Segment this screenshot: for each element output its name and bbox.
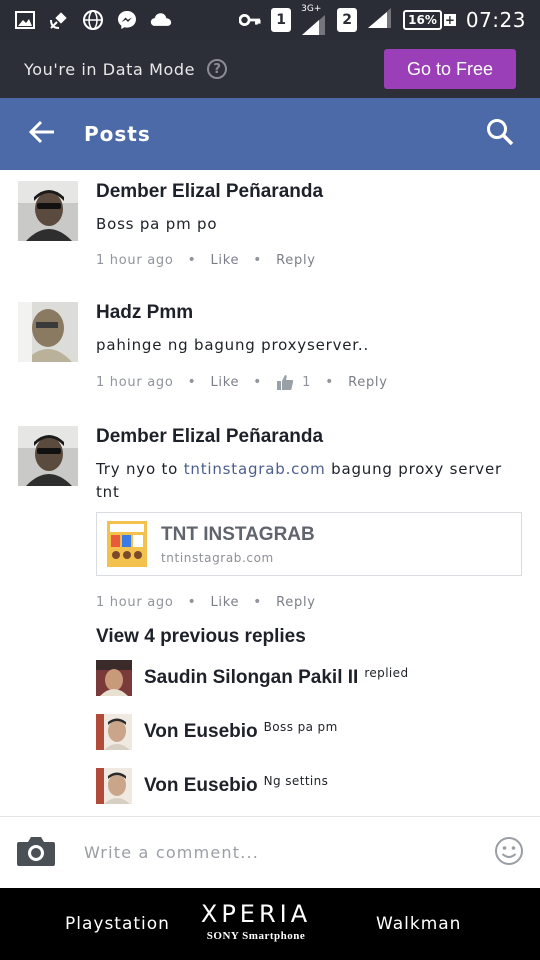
link-card-texts: TNT INSTAGRAB tntinstagrab.com xyxy=(161,524,315,565)
help-icon[interactable]: ? xyxy=(207,59,228,79)
link-card-url: tntinstagrab.com xyxy=(161,550,274,565)
view-previous-replies-link[interactable]: View 4 previous replies xyxy=(96,626,306,648)
link-card-title: TNT INSTAGRAB xyxy=(161,523,315,545)
link-preview-card[interactable]: TNT INSTAGRAB tntinstagrab.com xyxy=(96,512,522,576)
status-bar: 1 3G+ 2 16% + 07:23 xyxy=(0,0,540,40)
link-thumbnail xyxy=(107,521,147,567)
sim2-indicator: 2 xyxy=(337,8,358,32)
signal-icon xyxy=(368,8,392,28)
image-icon xyxy=(14,9,36,31)
network-type-label: 3G+ xyxy=(301,3,322,14)
battery-indicator: 16% + xyxy=(403,10,456,30)
comment-text: pahinge ng bagung proxyserver.. xyxy=(96,336,370,354)
like-link[interactable]: Like xyxy=(210,595,239,610)
comment-author[interactable]: Hadz Pmm xyxy=(96,302,528,324)
messenger-icon xyxy=(116,9,138,31)
sony-smartphone-label: SONY Smartphone xyxy=(206,930,306,942)
back-arrow-icon[interactable] xyxy=(28,120,56,148)
reply-author: Von Eusebio xyxy=(144,721,258,742)
separator-dot: • xyxy=(187,374,197,390)
reply-item[interactable]: Von Eusebio Ng settins xyxy=(96,768,328,804)
comment-text-prefix: Try nyo to xyxy=(96,460,184,478)
comment-text: Try nyo to tntinstagrab.com bagung proxy… xyxy=(96,458,528,504)
separator-dot: • xyxy=(187,252,197,268)
reply-text: replied xyxy=(364,666,409,680)
reply-link[interactable]: Reply xyxy=(276,595,316,610)
notification-icons xyxy=(14,9,172,31)
like-link[interactable]: Like xyxy=(210,253,239,268)
thumbs-up-icon xyxy=(276,373,294,391)
camera-icon[interactable] xyxy=(16,835,56,871)
system-icons: 1 3G+ 2 16% + 07:23 xyxy=(239,3,526,36)
comment-author[interactable]: Dember Elizal Peñaranda xyxy=(96,426,528,448)
comment-time: 1 hour ago xyxy=(96,594,174,610)
comment-body: Hadz Pmm pahinge ng bagung proxyserver..… xyxy=(96,302,528,391)
signal2 xyxy=(367,7,393,33)
comment-text: Boss pa pm po xyxy=(96,215,218,233)
charging-icon: + xyxy=(443,13,456,27)
reply-text: Ng settins xyxy=(263,774,329,788)
comment-composer xyxy=(0,816,540,888)
comment-body: Dember Elizal Peñaranda Try nyo to tntin… xyxy=(96,426,528,610)
separator-dot: • xyxy=(253,594,263,610)
page-title: Posts xyxy=(84,122,151,146)
clock: 07:23 xyxy=(465,8,526,32)
playstation-label: Playstation xyxy=(65,914,170,934)
reply-text: Boss pa pm xyxy=(263,720,338,734)
comment-time: 1 hour ago xyxy=(96,374,174,390)
comment-time: 1 hour ago xyxy=(96,252,174,268)
signal1: 3G+ xyxy=(301,3,327,36)
separator-dot: • xyxy=(253,252,263,268)
avatar[interactable] xyxy=(18,181,78,241)
device-brand-bar: Playstation XPERIA SONY Smartphone Walkm… xyxy=(0,888,540,960)
battery-level: 16% xyxy=(403,10,442,30)
comment-meta: 1 hour ago • Like • 1 • Reply xyxy=(96,373,528,391)
xperia-wordmark: XPERIA xyxy=(200,900,312,928)
comment-input[interactable] xyxy=(84,843,444,862)
search-icon[interactable] xyxy=(486,118,514,150)
avatar xyxy=(96,660,132,696)
walkman-label: Walkman xyxy=(376,914,462,934)
avatar[interactable] xyxy=(18,302,78,362)
smiley-icon[interactable] xyxy=(494,836,524,870)
comment-feed[interactable]: Dember Elizal Peñaranda Boss pa pm po 1 … xyxy=(0,170,540,816)
comment-body: Dember Elizal Peñaranda Boss pa pm po 1 … xyxy=(96,181,528,268)
comment-meta: 1 hour ago • Like • Reply xyxy=(96,252,528,268)
cloud-icon xyxy=(150,9,172,31)
globe-icon xyxy=(82,9,104,31)
avatar[interactable] xyxy=(18,426,78,486)
reply-link[interactable]: Reply xyxy=(276,253,316,268)
signal-icon xyxy=(302,14,326,35)
go-to-free-button[interactable]: Go to Free xyxy=(384,49,516,89)
reply-link[interactable]: Reply xyxy=(348,375,388,390)
comment-meta: 1 hour ago • Like • Reply xyxy=(96,594,528,610)
like-count: 1 xyxy=(302,374,312,390)
reply-item[interactable]: Von Eusebio Boss pa pm xyxy=(96,714,338,750)
comment-author[interactable]: Dember Elizal Peñaranda xyxy=(96,181,528,203)
satellite-icon xyxy=(48,9,70,31)
reply-item[interactable]: Saudin Silongan Pakil II replied xyxy=(96,660,408,696)
like-link[interactable]: Like xyxy=(210,375,239,390)
reply-author: Von Eusebio xyxy=(144,775,258,796)
avatar xyxy=(96,768,132,804)
separator-dot: • xyxy=(325,374,335,390)
reply-author: Saudin Silongan Pakil II xyxy=(144,667,359,688)
data-mode-text: You're in Data Mode xyxy=(24,59,196,79)
avatar xyxy=(96,714,132,750)
sim1-indicator: 1 xyxy=(271,8,292,32)
separator-dot: • xyxy=(253,374,263,390)
key-icon xyxy=(239,9,261,31)
data-mode-banner: You're in Data Mode ? Go to Free xyxy=(0,40,540,98)
separator-dot: • xyxy=(187,594,197,610)
top-app-bar: Posts xyxy=(0,98,540,170)
xperia-logo: XPERIA SONY Smartphone xyxy=(196,900,316,942)
comment-link[interactable]: tntinstagrab.com xyxy=(184,460,326,478)
